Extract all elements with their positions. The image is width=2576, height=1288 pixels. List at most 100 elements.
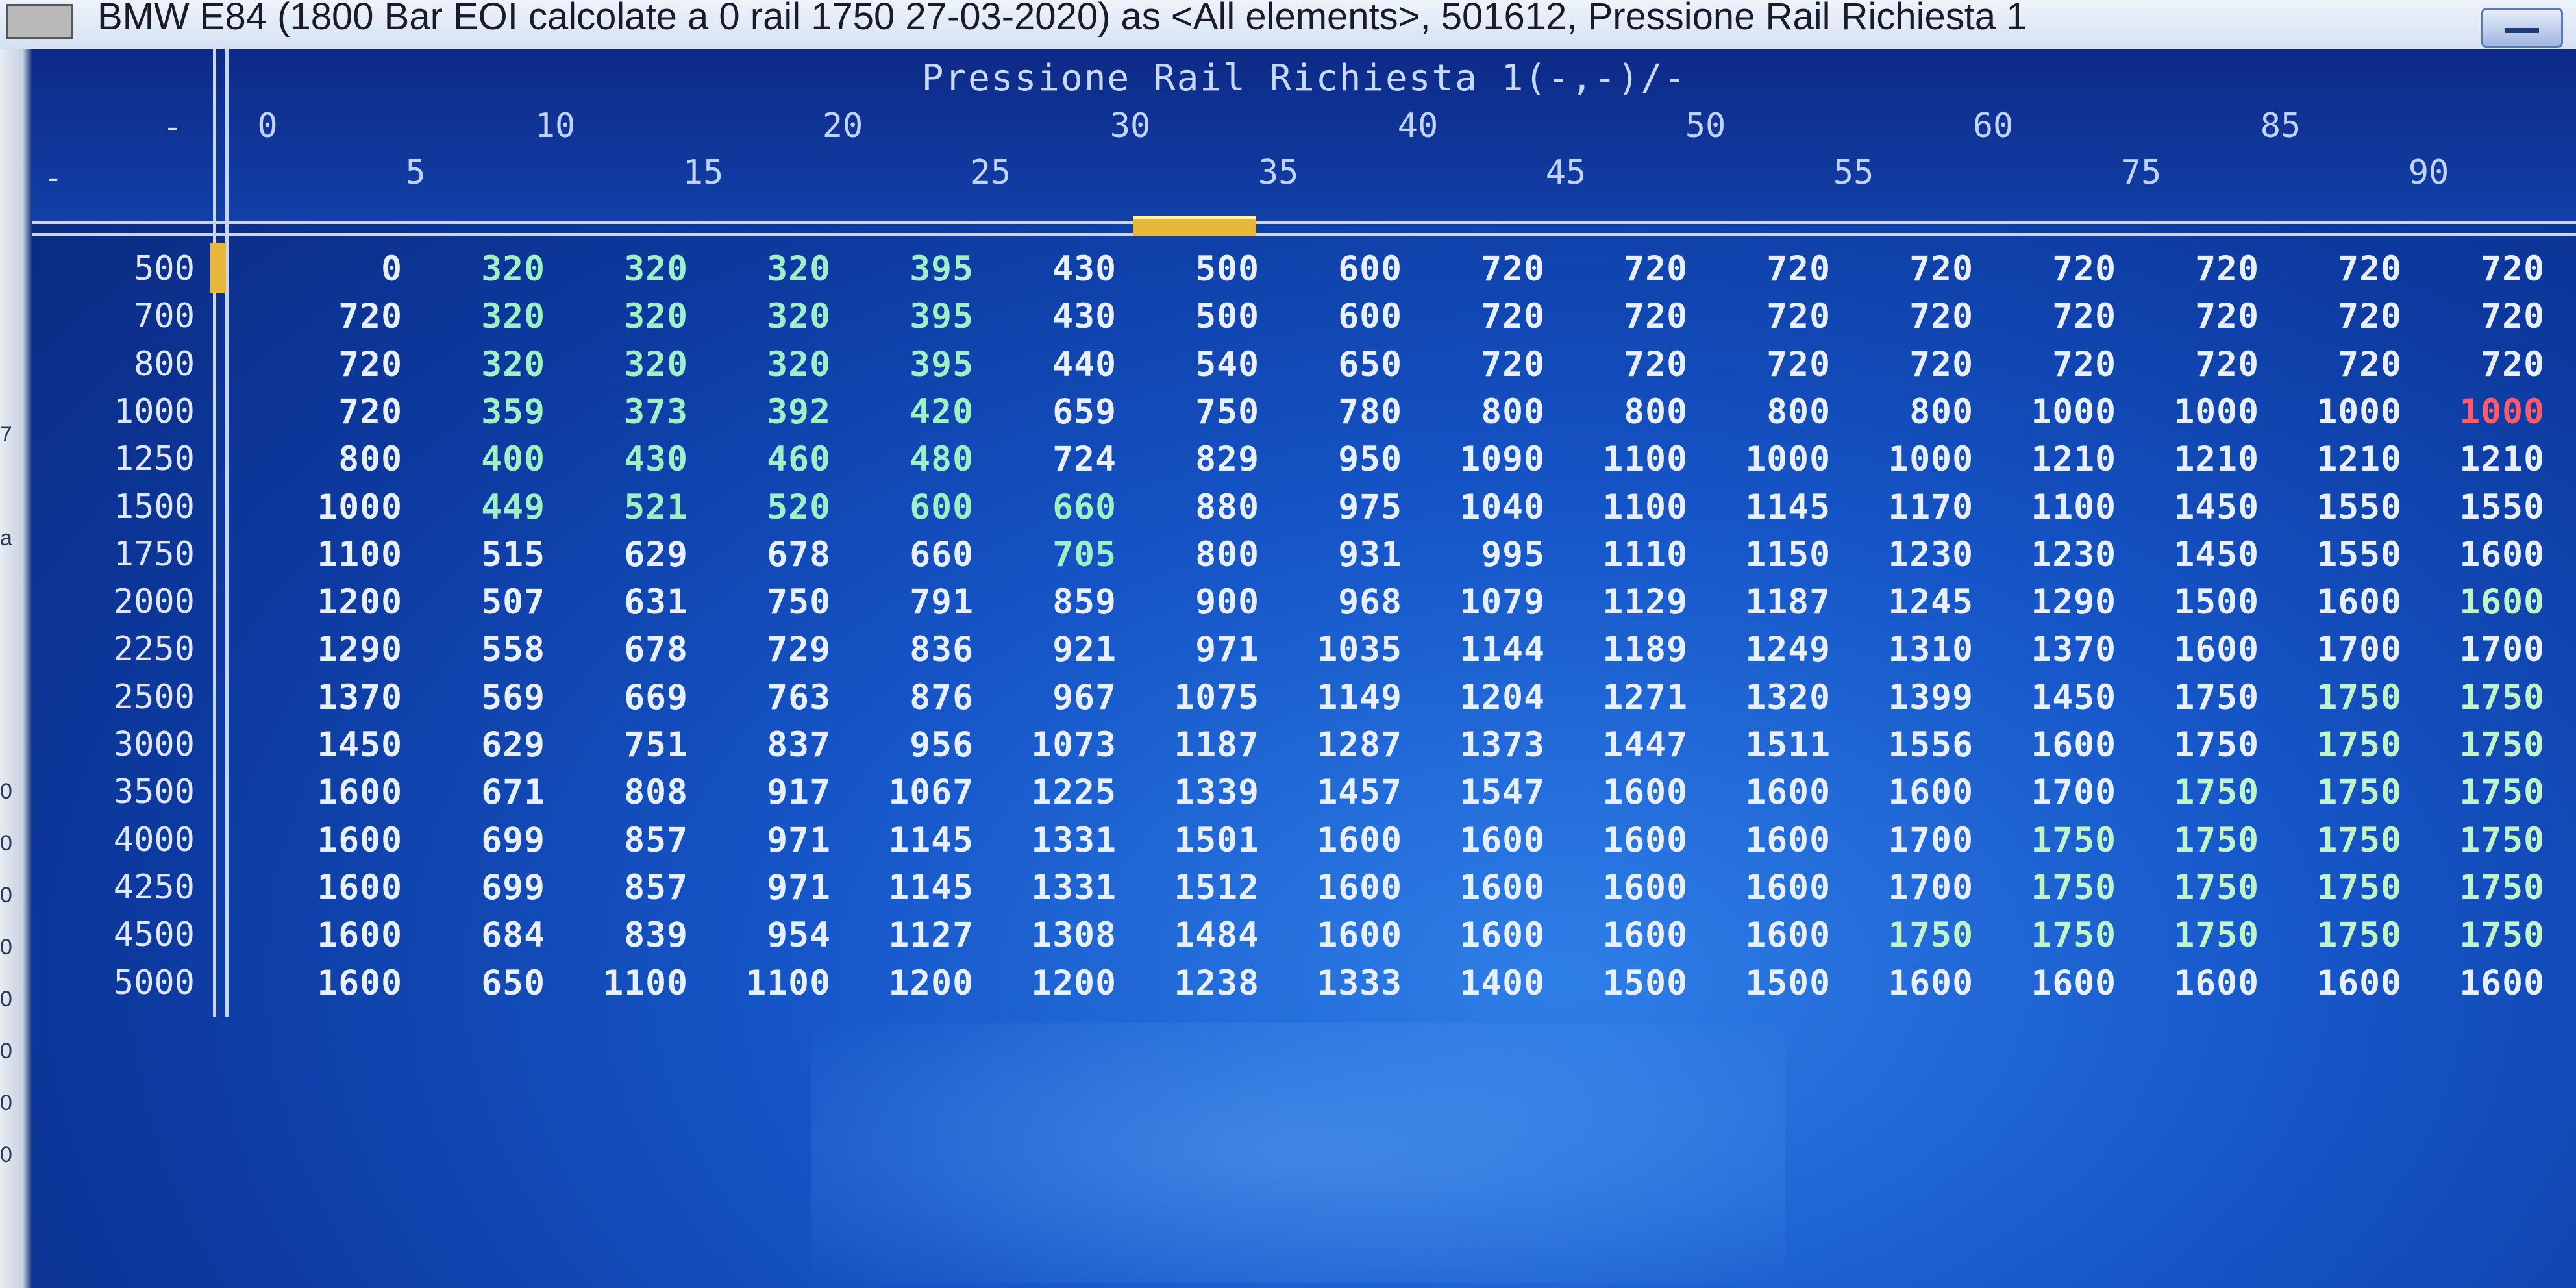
column-header[interactable]: 25 [971, 153, 1011, 192]
map-cell[interactable]: 0 [273, 249, 402, 289]
map-cell[interactable]: 1308 [987, 915, 1117, 955]
map-cell[interactable]: 1600 [1272, 915, 1402, 955]
map-cell[interactable]: 320 [701, 297, 831, 336]
map-cell[interactable]: 1035 [1272, 630, 1402, 669]
map-cell[interactable]: 780 [1272, 392, 1402, 432]
map-cell[interactable]: 720 [2415, 297, 2545, 336]
column-cursor[interactable] [1133, 216, 1256, 236]
map-cell[interactable]: 1750 [2129, 678, 2259, 717]
map-cell[interactable]: 1210 [2415, 440, 2545, 479]
map-cell[interactable]: 1600 [2129, 963, 2259, 1003]
map-cell[interactable]: 540 [1130, 345, 1259, 384]
map-cell[interactable]: 750 [701, 582, 831, 622]
map-cell[interactable]: 1073 [987, 725, 1117, 765]
map-cell[interactable]: 392 [701, 392, 831, 432]
map-cell[interactable]: 720 [273, 297, 402, 336]
map-cell[interactable]: 1600 [2129, 630, 2259, 669]
map-cell[interactable]: 600 [1272, 249, 1402, 289]
map-cell[interactable]: 650 [1272, 345, 1402, 384]
map-cell[interactable]: 500 [1130, 297, 1259, 336]
map-cell[interactable]: 720 [1844, 345, 1974, 384]
map-cell[interactable]: 1512 [1130, 868, 1259, 908]
map-cell[interactable]: 1750 [2415, 821, 2545, 860]
column-header[interactable]: 15 [683, 153, 724, 192]
map-cell[interactable]: 720 [1558, 345, 1688, 384]
map-cell[interactable]: 1750 [1987, 821, 2116, 860]
row-header[interactable]: 2500 [71, 678, 195, 717]
column-header[interactable]: 60 [1973, 106, 2014, 145]
map-cell[interactable]: 1333 [1272, 963, 1402, 1003]
map-cell[interactable]: 1600 [2272, 963, 2402, 1003]
map-cell[interactable]: 1600 [1844, 963, 1974, 1003]
map-cell[interactable]: 1149 [1272, 678, 1402, 717]
map-cell[interactable]: 558 [415, 630, 545, 669]
map-cell[interactable]: 1750 [2129, 773, 2259, 812]
map-cell[interactable]: 1750 [2272, 915, 2402, 955]
map-cell[interactable]: 763 [701, 678, 831, 717]
map-cell[interactable]: 1249 [1701, 630, 1831, 669]
column-header[interactable]: 0 [257, 106, 277, 145]
column-header[interactable]: 45 [1546, 153, 1587, 192]
map-cell[interactable]: 521 [558, 488, 688, 527]
map-cell[interactable]: 1090 [1415, 440, 1545, 479]
map-cell[interactable]: 1600 [1558, 773, 1688, 812]
map-cell[interactable]: 430 [558, 440, 688, 479]
map-cell[interactable]: 720 [273, 392, 402, 432]
map-cell[interactable]: 720 [2129, 249, 2259, 289]
map-cell[interactable]: 880 [1130, 488, 1259, 527]
map-cell[interactable]: 720 [1844, 249, 1974, 289]
row-header[interactable]: 700 [71, 297, 195, 336]
map-cell[interactable]: 1600 [273, 821, 402, 860]
map-cell[interactable]: 1750 [1987, 915, 2116, 955]
map-cell[interactable]: 1600 [1415, 821, 1545, 860]
row-header[interactable]: 3000 [71, 725, 195, 764]
column-header[interactable]: 5 [405, 153, 425, 192]
map-cell[interactable]: 320 [415, 249, 545, 289]
map-cell[interactable]: 1511 [1701, 725, 1831, 765]
map-cell[interactable]: 1145 [844, 821, 974, 860]
map-cell[interactable]: 1484 [1130, 915, 1259, 955]
map-cell[interactable]: 420 [844, 392, 974, 432]
row-header[interactable]: 4250 [71, 868, 195, 907]
map-cell[interactable]: 320 [701, 249, 831, 289]
row-header[interactable]: 2000 [71, 582, 195, 621]
map-cell[interactable]: 857 [558, 868, 688, 908]
map-cell[interactable]: 800 [1844, 392, 1974, 432]
map-cell[interactable]: 1600 [1415, 915, 1545, 955]
map-cell[interactable]: 1370 [1987, 630, 2116, 669]
map-cell[interactable]: 971 [701, 868, 831, 908]
map-cell[interactable]: 395 [844, 297, 974, 336]
map-cell[interactable]: 720 [1558, 297, 1688, 336]
map-cell[interactable]: 1000 [273, 488, 402, 527]
map-cell[interactable]: 430 [987, 297, 1117, 336]
map-cell[interactable]: 800 [1558, 392, 1688, 432]
map-cell[interactable]: 954 [701, 915, 831, 955]
map-cell[interactable]: 1067 [844, 773, 974, 812]
map-cell[interactable]: 1450 [1987, 678, 2116, 717]
map-cell[interactable]: 1750 [1987, 868, 2116, 908]
map-cell[interactable]: 1600 [1558, 868, 1688, 908]
map-cell[interactable]: 395 [844, 249, 974, 289]
row-header[interactable]: 1250 [71, 440, 195, 478]
map-cell[interactable]: 650 [415, 963, 545, 1003]
map-cell[interactable]: 1040 [1415, 488, 1545, 527]
map-cell[interactable]: 660 [844, 535, 974, 575]
map-cell[interactable]: 1550 [2415, 488, 2545, 527]
row-header[interactable]: 1500 [71, 488, 195, 526]
map-cell[interactable]: 1750 [1844, 915, 1974, 955]
map-cell[interactable]: 800 [1701, 392, 1831, 432]
map-cell[interactable]: 1399 [1844, 678, 1974, 717]
map-cell[interactable]: 1100 [701, 963, 831, 1003]
map-cell[interactable]: 837 [701, 725, 831, 765]
map-cell[interactable]: 1700 [2415, 630, 2545, 669]
map-cell[interactable]: 1189 [1558, 630, 1688, 669]
column-header[interactable]: 40 [1398, 106, 1439, 145]
map-cell[interactable]: 800 [273, 440, 402, 479]
map-cell[interactable]: 320 [701, 345, 831, 384]
map-cell[interactable]: 791 [844, 582, 974, 622]
map-cell[interactable]: 1075 [1130, 678, 1259, 717]
map-cell[interactable]: 1750 [2272, 725, 2402, 765]
map-cell[interactable]: 1100 [1558, 440, 1688, 479]
map-cell[interactable]: 729 [701, 630, 831, 669]
map-cell[interactable]: 1750 [2272, 821, 2402, 860]
